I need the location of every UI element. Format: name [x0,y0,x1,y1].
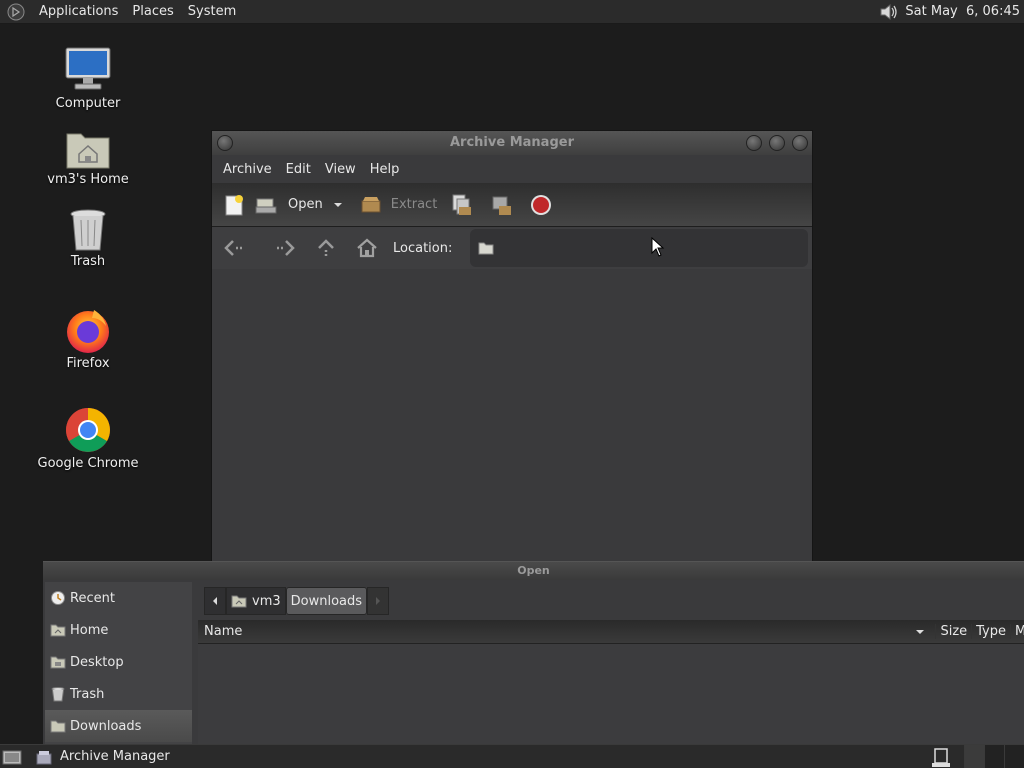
maximize-icon[interactable] [769,135,785,151]
clock[interactable]: Sat May 6, 06:45 [905,4,1020,19]
place-home[interactable]: Home [45,614,192,646]
extract-icon[interactable] [359,193,383,217]
archive-manager-icon [36,750,52,764]
add-folder-icon[interactable] [489,193,513,217]
desktop-icon-computer[interactable]: Computer [28,46,148,111]
minimize-icon[interactable] [746,135,762,151]
desktop-icon-label: Trash [70,254,106,269]
desktop-icon-trash[interactable]: Trash [28,208,148,269]
trash-applet-icon[interactable] [930,746,952,768]
system-menu[interactable]: System [181,4,243,19]
trash-icon [70,209,106,251]
desktop-icon-label: Computer [55,96,121,111]
archive-content-area [212,269,812,561]
gnome-foot-logo-icon[interactable] [6,2,26,22]
home-icon [50,624,66,637]
close-icon[interactable] [792,135,808,151]
menu-edit[interactable]: Edit [279,162,318,177]
dialog-title[interactable]: Open [43,562,1024,580]
back-icon[interactable] [222,236,246,260]
new-archive-icon[interactable] [222,193,246,217]
window-menu-icon[interactable] [217,135,233,151]
menu-view[interactable]: View [318,162,363,177]
home-folder-icon [66,133,110,169]
bottom-panel: Archive Manager [0,744,1024,768]
window-title: Archive Manager [450,135,574,150]
open-button[interactable]: Open [288,197,323,212]
place-downloads[interactable]: Downloads [45,710,192,742]
location-label: Location: [393,240,453,256]
recent-icon [51,591,65,605]
column-size[interactable]: Size [935,624,971,639]
open-archive-icon[interactable] [254,193,278,217]
open-dialog: Open Recent Home Desktop Trash Downloads… [43,561,1024,746]
window-toolbar: Open Extract [212,183,812,227]
places-sidebar: Recent Home Desktop Trash Downloads [45,582,192,746]
mouse-cursor-icon [651,237,665,257]
place-label: Recent [70,590,115,606]
place-label: Trash [70,686,105,702]
applications-menu[interactable]: Applications [32,4,125,19]
taskbar-label: Archive Manager [60,749,170,764]
taskbar-archive-manager[interactable]: Archive Manager [36,749,170,765]
trash-icon [51,687,65,702]
desktop-icon-label: vm3's Home [47,172,129,187]
location-bar: Location: [212,227,812,269]
archive-manager-window: Archive Manager Archive Edit View Help O… [211,130,813,562]
computer-icon [65,47,111,90]
forward-icon[interactable] [273,236,297,260]
sort-down-icon[interactable] [913,625,927,639]
chrome-icon [66,408,110,452]
up-icon[interactable] [314,236,338,260]
places-menu[interactable]: Places [125,4,180,19]
desktop-icon-label: Google Chrome [37,456,139,471]
desktop-icon-firefox[interactable]: Firefox [28,306,148,371]
desktop-icon [50,656,66,669]
window-titlebar[interactable]: Archive Manager [212,131,812,155]
volume-icon[interactable] [877,1,899,23]
column-headers: Name Size Type M [198,620,1024,644]
chevron-left-icon [213,597,217,605]
chevron-right-icon [376,597,381,605]
path-scroll-right-button[interactable] [367,587,390,615]
stop-icon[interactable] [529,193,553,217]
chevron-down-icon[interactable] [331,198,345,212]
add-files-icon[interactable] [449,193,473,217]
desktop-icon-label: Firefox [66,356,110,371]
path-button-vm3[interactable]: vm3 [226,587,286,615]
workspace-2[interactable] [984,744,1004,768]
menu-archive[interactable]: Archive [216,162,279,177]
path-button-downloads[interactable]: Downloads [285,587,368,615]
extract-button[interactable]: Extract [391,197,438,212]
place-label: Desktop [70,654,124,670]
home-icon [231,595,247,608]
desktop-icon-chrome[interactable]: Google Chrome [28,406,148,471]
path-label: vm3 [252,593,281,609]
file-browser: vm3 Downloads Name Size Type M [198,582,1024,746]
place-label: Home [70,622,109,638]
column-name[interactable]: Name [198,624,913,639]
top-panel: Applications Places System Sat May 6, 06… [0,0,1024,24]
place-label: Downloads [70,718,142,734]
home-icon[interactable] [355,236,379,260]
show-desktop-icon[interactable] [2,748,24,766]
workspace-3[interactable] [1004,744,1024,768]
menu-help[interactable]: Help [363,162,407,177]
column-type[interactable]: Type [971,624,1010,639]
place-trash[interactable]: Trash [45,678,192,710]
location-field[interactable] [470,229,809,267]
firefox-icon [67,310,109,353]
workspace-1[interactable] [964,744,984,768]
window-menubar: Archive Edit View Help [212,155,812,183]
path-scroll-left-button[interactable] [204,587,226,615]
file-list[interactable] [198,644,1024,744]
place-desktop[interactable]: Desktop [45,646,192,678]
path-bar: vm3 Downloads [198,582,1024,620]
column-modified[interactable]: M [1010,624,1024,639]
folder-icon [478,242,494,255]
place-recent[interactable]: Recent [45,582,192,614]
folder-icon [50,720,66,733]
path-label: Downloads [290,593,363,609]
desktop-icon-home[interactable]: vm3's Home [28,128,148,187]
